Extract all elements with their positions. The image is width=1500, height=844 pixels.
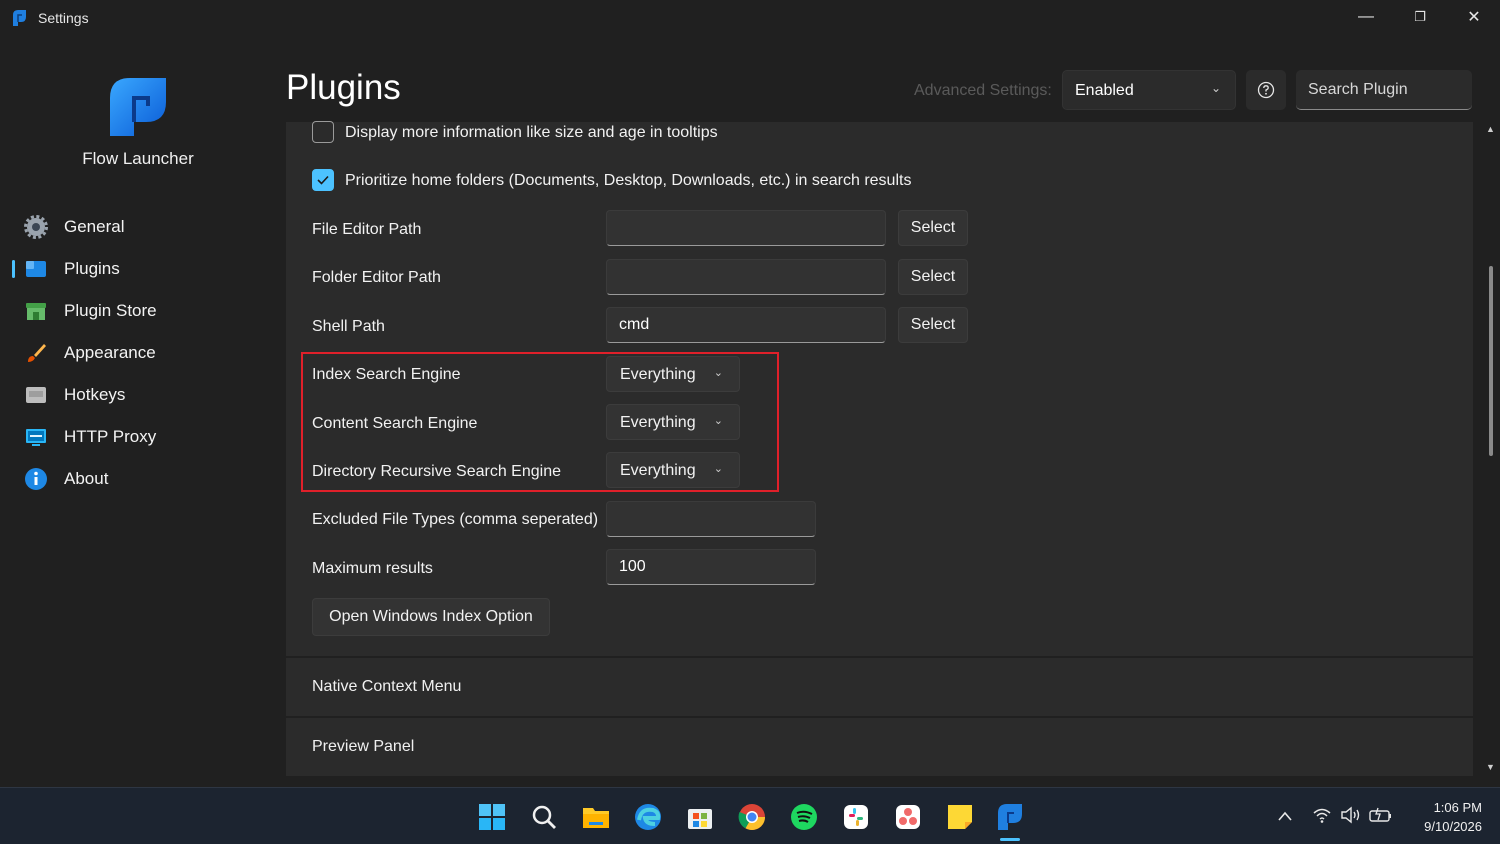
tooltips-checkbox[interactable]: [312, 121, 334, 143]
sidebar-item-label: Plugins: [64, 259, 120, 278]
search-plugin-field[interactable]: [1296, 70, 1472, 110]
minimize-button[interactable]: —: [1340, 0, 1392, 34]
gear-icon: [24, 215, 48, 239]
sidebar-item-hotkeys[interactable]: Hotkeys: [0, 376, 270, 414]
checkmark-icon: [317, 175, 329, 185]
folder-editor-path-label: Folder Editor Path: [312, 269, 441, 286]
store-icon: [26, 303, 46, 320]
battery-icon[interactable]: [1369, 806, 1393, 824]
maximum-results-field[interactable]: [606, 549, 816, 585]
keyboard-icon: [26, 387, 46, 403]
home-folders-checkbox-label: Prioritize home folders (Documents, Desk…: [345, 172, 912, 189]
wifi-icon[interactable]: [1312, 806, 1332, 824]
maximize-button[interactable]: ❐: [1394, 0, 1446, 34]
proxy-icon: [26, 429, 46, 446]
active-indicator: [12, 344, 15, 362]
shell-path-label: Shell Path: [312, 318, 385, 335]
help-button[interactable]: [1246, 70, 1286, 110]
scroll-down-arrow[interactable]: ▼: [1486, 762, 1495, 772]
active-indicator: [12, 470, 15, 488]
file-explorer-icon[interactable]: [581, 802, 611, 832]
file-editor-path-label: File Editor Path: [312, 221, 422, 238]
excluded-file-types-input[interactable]: [607, 502, 815, 536]
sidebar-item-label: Appearance: [64, 343, 156, 362]
sidebar-item-label: General: [64, 217, 125, 236]
advanced-settings-label: Advanced Settings:: [914, 82, 1052, 99]
sidebar-item-label: HTTP Proxy: [64, 427, 157, 446]
section-title: Preview Panel: [312, 738, 415, 755]
search-plugin-input[interactable]: [1296, 70, 1472, 109]
search-icon[interactable]: [529, 802, 559, 832]
sidebar-item-appearance[interactable]: Appearance: [0, 334, 270, 372]
spotify-icon[interactable]: [789, 802, 819, 832]
brush-icon: [28, 344, 46, 362]
window-title: Settings: [38, 10, 89, 26]
shell-path-select-button[interactable]: Select: [898, 307, 968, 343]
slack-icon[interactable]: [841, 802, 871, 832]
store-icon[interactable]: [685, 802, 715, 832]
close-button[interactable]: ✕: [1448, 0, 1500, 34]
active-indicator: [12, 260, 15, 278]
folder-editor-path-field[interactable]: [606, 259, 886, 295]
clock-date: 9/10/2026: [1424, 819, 1482, 834]
file-editor-path-input[interactable]: [607, 211, 885, 245]
shell-path-field[interactable]: [606, 307, 886, 343]
flow-launcher-icon[interactable]: [995, 802, 1025, 832]
sidebar-item-http-proxy[interactable]: HTTP Proxy: [0, 418, 270, 456]
brand-name: Flow Launcher: [82, 149, 194, 168]
shell-path-input[interactable]: [607, 308, 885, 342]
info-icon: [25, 468, 47, 490]
folder-editor-select-button[interactable]: Select: [898, 259, 968, 295]
scrollbar-thumb[interactable]: [1489, 266, 1493, 456]
chrome-icon[interactable]: [737, 802, 767, 832]
active-indicator: [12, 386, 15, 404]
open-windows-index-option-button[interactable]: Open Windows Index Option: [312, 598, 550, 636]
title-bar: Settings — ❐ ✕: [0, 0, 1500, 36]
scroll-up-arrow[interactable]: ▲: [1486, 124, 1495, 134]
dropdown-value: Enabled: [1075, 82, 1134, 99]
volume-icon[interactable]: [1340, 806, 1362, 824]
chevron-up-icon[interactable]: [1277, 810, 1293, 822]
flow-launcher-icon: [13, 10, 26, 26]
sidebar-item-about[interactable]: About: [0, 460, 270, 498]
chevron-down-icon: ⌄: [1210, 81, 1221, 95]
maximum-results-label: Maximum results: [312, 560, 433, 577]
sidebar-item-label: Plugin Store: [64, 301, 157, 320]
advanced-settings-dropdown[interactable]: Enabled ⌄: [1062, 70, 1236, 110]
active-indicator: [12, 302, 15, 320]
section-title: Native Context Menu: [312, 678, 462, 695]
flow-launcher-logo: [110, 78, 166, 136]
help-icon: [1257, 81, 1275, 99]
active-indicator: [12, 218, 15, 236]
maximum-results-input[interactable]: [607, 550, 815, 584]
sidebar-item-plugin-store[interactable]: Plugin Store: [0, 292, 270, 330]
highlight-box: [301, 352, 779, 492]
file-editor-path-field[interactable]: [606, 210, 886, 246]
page-title: Plugins: [286, 68, 401, 107]
start-icon[interactable]: [477, 802, 507, 832]
clock-time: 1:06 PM: [1433, 800, 1482, 815]
plugins-icon: [26, 261, 46, 277]
asana-icon[interactable]: [893, 802, 923, 832]
file-editor-select-button[interactable]: Select: [898, 210, 968, 246]
sticky-notes-icon[interactable]: [945, 802, 975, 832]
edge-icon[interactable]: [633, 802, 663, 832]
taskbar: 1:06 PM 9/10/2026: [0, 787, 1500, 844]
taskbar-running-indicator: [1000, 838, 1020, 841]
native-context-menu-section[interactable]: Native Context Menu: [286, 658, 1473, 716]
folder-editor-path-input[interactable]: [607, 260, 885, 294]
active-indicator: [12, 428, 15, 446]
sidebar-item-label: Hotkeys: [64, 385, 126, 404]
excluded-file-types-label: Excluded File Types (comma seperated): [312, 511, 599, 528]
sidebar-item-label: About: [64, 469, 109, 488]
sidebar: Flow Launcher General Plugins Plugin Sto…: [0, 36, 270, 786]
preview-panel-section[interactable]: Preview Panel: [286, 718, 1473, 776]
sidebar-item-general[interactable]: General: [0, 208, 270, 246]
excluded-file-types-field[interactable]: [606, 501, 816, 537]
sidebar-item-plugins[interactable]: Plugins: [0, 250, 270, 288]
home-folders-checkbox[interactable]: [312, 169, 334, 191]
clock[interactable]: 1:06 PM 9/10/2026: [1406, 798, 1482, 836]
tooltips-checkbox-label: Display more information like size and a…: [345, 124, 718, 141]
